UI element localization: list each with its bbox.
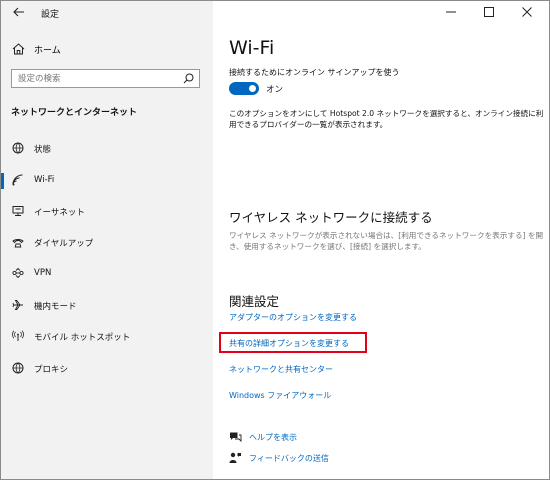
home-label: ホーム — [34, 46, 61, 56]
help-label: ヘルプを表示 — [249, 433, 297, 442]
sidebar-item-label: モバイル ホットスポット — [34, 333, 131, 343]
wireless-hint: ワイヤレス ネットワークが表示されない場合は、[利用できるネットワークを表示する… — [229, 231, 544, 251]
app-title: 設定 — [41, 10, 60, 20]
search-box[interactable] — [11, 69, 200, 88]
active-indicator — [1, 173, 4, 189]
globe-status-icon — [12, 142, 24, 154]
help-chat-icon — [230, 432, 242, 443]
sidebar-item-mobile-hotspot[interactable]: モバイル ホットスポット — [1, 326, 213, 348]
sidebar-item-label: 機内モード — [34, 302, 77, 312]
minimize-button[interactable] — [441, 4, 461, 20]
search-icon[interactable] — [183, 73, 194, 84]
adapter-options-link[interactable]: アダプターのオプションを変更する — [229, 312, 357, 323]
sidebar-item-label: 状態 — [34, 145, 52, 155]
online-signup-label: 接続するためにオンライン サインアップを使う — [229, 68, 400, 77]
sidebar-item-label: Wi-Fi — [34, 175, 55, 185]
sidebar-item-dialup[interactable]: ダイヤルアップ — [1, 232, 213, 254]
network-sharing-center-link[interactable]: ネットワークと共有センター — [229, 364, 333, 375]
online-signup-toggle[interactable] — [229, 82, 259, 95]
sidebar-item-wifi[interactable]: Wi-Fi — [1, 170, 213, 192]
main-content: Wi-Fi 接続するためにオンライン サインアップを使う オン このオプションを… — [213, 1, 549, 479]
home-nav-item[interactable]: ホーム — [1, 41, 213, 59]
hotspot-description: このオプションをオンにして Hotspot 2.0 ネットワークを選択すると、オ… — [229, 109, 544, 129]
window-controls — [429, 1, 549, 25]
close-icon — [522, 7, 532, 17]
help-link[interactable]: ヘルプを表示 — [229, 430, 429, 446]
close-button[interactable] — [517, 4, 537, 20]
proxy-globe-icon — [12, 362, 24, 374]
sidebar-item-ethernet[interactable]: イーサネット — [1, 201, 213, 223]
sidebar-section-title: ネットワークとインターネット — [11, 108, 138, 118]
maximize-icon — [484, 7, 494, 17]
toggle-knob — [249, 85, 256, 92]
advanced-sharing-link[interactable]: 共有の詳細オプションを変更する — [229, 338, 349, 349]
airplane-icon — [12, 300, 23, 310]
windows-firewall-link[interactable]: Windows ファイアウォール — [229, 390, 331, 401]
sidebar-item-label: VPN — [34, 268, 52, 278]
sidebar-item-airplane-mode[interactable]: 機内モード — [1, 295, 213, 317]
maximize-button[interactable] — [479, 4, 499, 20]
sidebar-item-status[interactable]: 状態 — [1, 138, 213, 160]
home-icon — [12, 43, 25, 55]
vpn-icon — [12, 267, 24, 279]
feedback-icon — [229, 452, 241, 463]
sidebar: 設定 ホーム ネットワークとインターネット 状態 — [1, 1, 213, 479]
sidebar-item-vpn[interactable]: VPN — [1, 263, 213, 285]
back-button[interactable] — [11, 4, 27, 20]
sidebar-item-label: ダイヤルアップ — [34, 239, 94, 249]
related-settings-heading: 関連設定 — [229, 294, 280, 309]
title-bar: 設定 — [1, 1, 213, 25]
feedback-label: フィードバックの送信 — [249, 454, 329, 463]
search-input[interactable] — [18, 72, 168, 85]
wifi-icon — [12, 174, 23, 186]
back-arrow-icon — [13, 7, 24, 17]
sidebar-item-proxy[interactable]: プロキシ — [1, 358, 213, 380]
minimize-icon — [446, 11, 456, 13]
wireless-heading: ワイヤレス ネットワークに接続する — [229, 210, 433, 225]
sidebar-item-label: イーサネット — [34, 208, 85, 218]
page-title: Wi-Fi — [229, 37, 275, 59]
hotspot-icon — [12, 330, 24, 341]
feedback-link[interactable]: フィードバックの送信 — [229, 451, 429, 467]
dialup-icon — [12, 239, 24, 248]
sidebar-item-label: プロキシ — [34, 365, 69, 375]
toggle-state-label: オン — [266, 85, 284, 95]
ethernet-icon — [12, 206, 24, 216]
settings-window: 設定 ホーム ネットワークとインターネット 状態 — [0, 0, 550, 480]
